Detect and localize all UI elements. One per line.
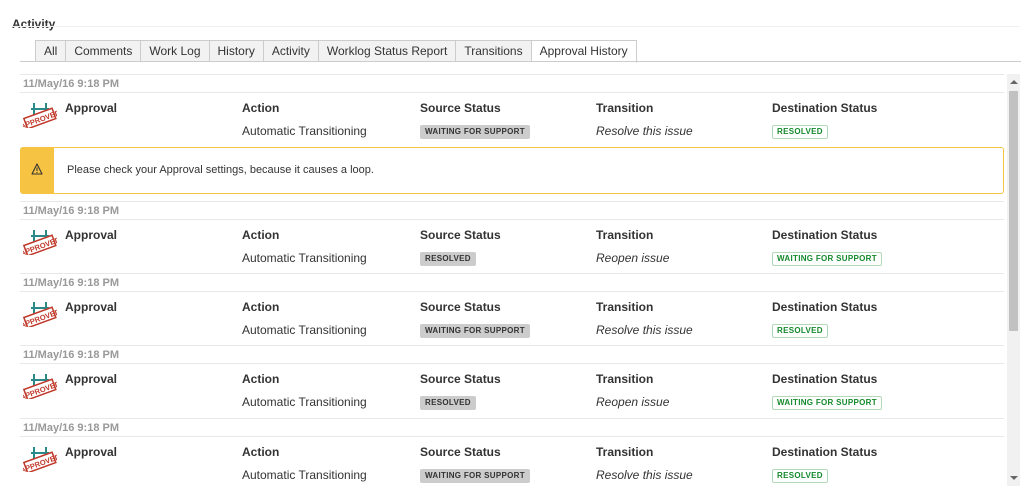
transition-value: Reopen issue: [596, 251, 670, 265]
scroll-down-arrow-icon[interactable]: [1010, 476, 1018, 480]
history-entry: 11/May/16 9:18 PM APPROVED Approval Acti…: [20, 418, 1004, 486]
approved-stamp-icon: APPROVED: [23, 302, 57, 327]
destination-status-lozenge: RESOLVED: [772, 324, 828, 338]
transition-value: Resolve this issue: [596, 468, 693, 482]
history-entry: 11/May/16 9:18 PM APPROVED Approval Acti…: [20, 273, 1004, 344]
action-value: Automatic Transitioning: [242, 124, 367, 138]
loop-warning-message: Please check your Approval settings, bec…: [20, 147, 1004, 194]
approved-stamp-icon: APPROVED: [23, 374, 57, 399]
table-row: APPROVED Approval Action Automatic Trans…: [20, 220, 1004, 272]
warning-sidebar: [21, 148, 54, 193]
tab-history[interactable]: History: [209, 40, 264, 62]
transition-header: Transition: [596, 101, 654, 115]
action-header: Action: [242, 101, 280, 115]
history-entry: 11/May/16 9:18 PM APPROVED Approval Acti…: [20, 74, 1004, 145]
table-row: APPROVED Approval Action Automatic Trans…: [20, 292, 1004, 344]
tab-comments[interactable]: Comments: [66, 40, 142, 62]
warning-icon: [31, 163, 43, 175]
source-status-lozenge: WAITING FOR SUPPORT: [420, 469, 530, 483]
entry-date: 11/May/16 9:18 PM: [20, 74, 1004, 93]
destination-status-lozenge: RESOLVED: [772, 469, 828, 483]
tab-work-log[interactable]: Work Log: [141, 40, 210, 62]
source-status-lozenge: WAITING FOR SUPPORT: [420, 324, 530, 338]
destination-status-header: Destination Status: [772, 300, 878, 314]
entry-date: 11/May/16 9:18 PM: [20, 201, 1004, 220]
approval-header: Approval: [65, 228, 118, 242]
history-entry: 11/May/16 9:18 PM APPROVED Approval Acti…: [20, 201, 1004, 272]
destination-status-header: Destination Status: [772, 372, 878, 386]
transition-value: Resolve this issue: [596, 323, 693, 337]
activity-tabs: All Comments Work Log History Activity W…: [35, 40, 637, 63]
action-value: Automatic Transitioning: [242, 468, 367, 482]
action-header: Action: [242, 300, 280, 314]
source-status-header: Source Status: [420, 372, 501, 386]
entry-date: 11/May/16 9:18 PM: [20, 418, 1004, 437]
destination-status-header: Destination Status: [772, 228, 878, 242]
approved-stamp-icon: APPROVED: [23, 230, 57, 255]
table-row: APPROVED Approval Action Automatic Trans…: [20, 364, 1004, 416]
action-value: Automatic Transitioning: [242, 395, 367, 409]
vertical-scrollbar[interactable]: [1007, 74, 1020, 486]
source-status-lozenge: RESOLVED: [420, 252, 476, 266]
entry-date: 11/May/16 9:18 PM: [20, 273, 1004, 292]
transition-value: Resolve this issue: [596, 124, 693, 138]
approval-header: Approval: [65, 101, 118, 115]
table-row: APPROVED Approval Action Automatic Trans…: [20, 93, 1004, 145]
approved-stamp-icon: APPROVED: [23, 103, 57, 128]
transition-header: Transition: [596, 228, 654, 242]
action-header: Action: [242, 372, 280, 386]
action-value: Automatic Transitioning: [242, 323, 367, 337]
destination-status-header: Destination Status: [772, 445, 878, 459]
approval-header: Approval: [65, 445, 118, 459]
table-row: APPROVED Approval Action Automatic Trans…: [20, 437, 1004, 486]
destination-status-lozenge: WAITING FOR SUPPORT: [772, 396, 882, 410]
destination-status-header: Destination Status: [772, 101, 878, 115]
tab-transitions[interactable]: Transitions: [456, 40, 532, 62]
transition-header: Transition: [596, 372, 654, 386]
transition-value: Reopen issue: [596, 395, 670, 409]
tab-worklog-status-report[interactable]: Worklog Status Report: [318, 40, 457, 62]
source-status-header: Source Status: [420, 101, 501, 115]
source-status-lozenge: RESOLVED: [420, 396, 476, 410]
transition-header: Transition: [596, 300, 654, 314]
tabs-divider: [20, 61, 1021, 62]
source-status-header: Source Status: [420, 300, 501, 314]
scrollbar-thumb[interactable]: [1009, 91, 1018, 331]
tab-all[interactable]: All: [35, 40, 67, 62]
action-header: Action: [242, 228, 280, 242]
source-status-lozenge: WAITING FOR SUPPORT: [420, 125, 530, 139]
approval-header: Approval: [65, 372, 118, 386]
tab-approval-history[interactable]: Approval History: [531, 40, 637, 63]
activity-section-title: Activity: [12, 17, 56, 31]
entry-date: 11/May/16 9:18 PM: [20, 345, 1004, 364]
action-value: Automatic Transitioning: [242, 251, 367, 265]
warning-text: Please check your Approval settings, bec…: [67, 164, 374, 176]
title-divider: [12, 26, 1020, 27]
transition-header: Transition: [596, 445, 654, 459]
tab-activity[interactable]: Activity: [263, 40, 319, 62]
source-status-header: Source Status: [420, 445, 501, 459]
source-status-header: Source Status: [420, 228, 501, 242]
approved-stamp-icon: APPROVED: [23, 447, 57, 472]
destination-status-lozenge: WAITING FOR SUPPORT: [772, 252, 882, 266]
action-header: Action: [242, 445, 280, 459]
approval-history-list: 11/May/16 9:18 PM APPROVED Approval Acti…: [20, 74, 1004, 486]
scroll-up-arrow-icon[interactable]: [1010, 80, 1018, 84]
approval-header: Approval: [65, 300, 118, 314]
history-entry: 11/May/16 9:18 PM APPROVED Approval Acti…: [20, 345, 1004, 416]
destination-status-lozenge: RESOLVED: [772, 125, 828, 139]
